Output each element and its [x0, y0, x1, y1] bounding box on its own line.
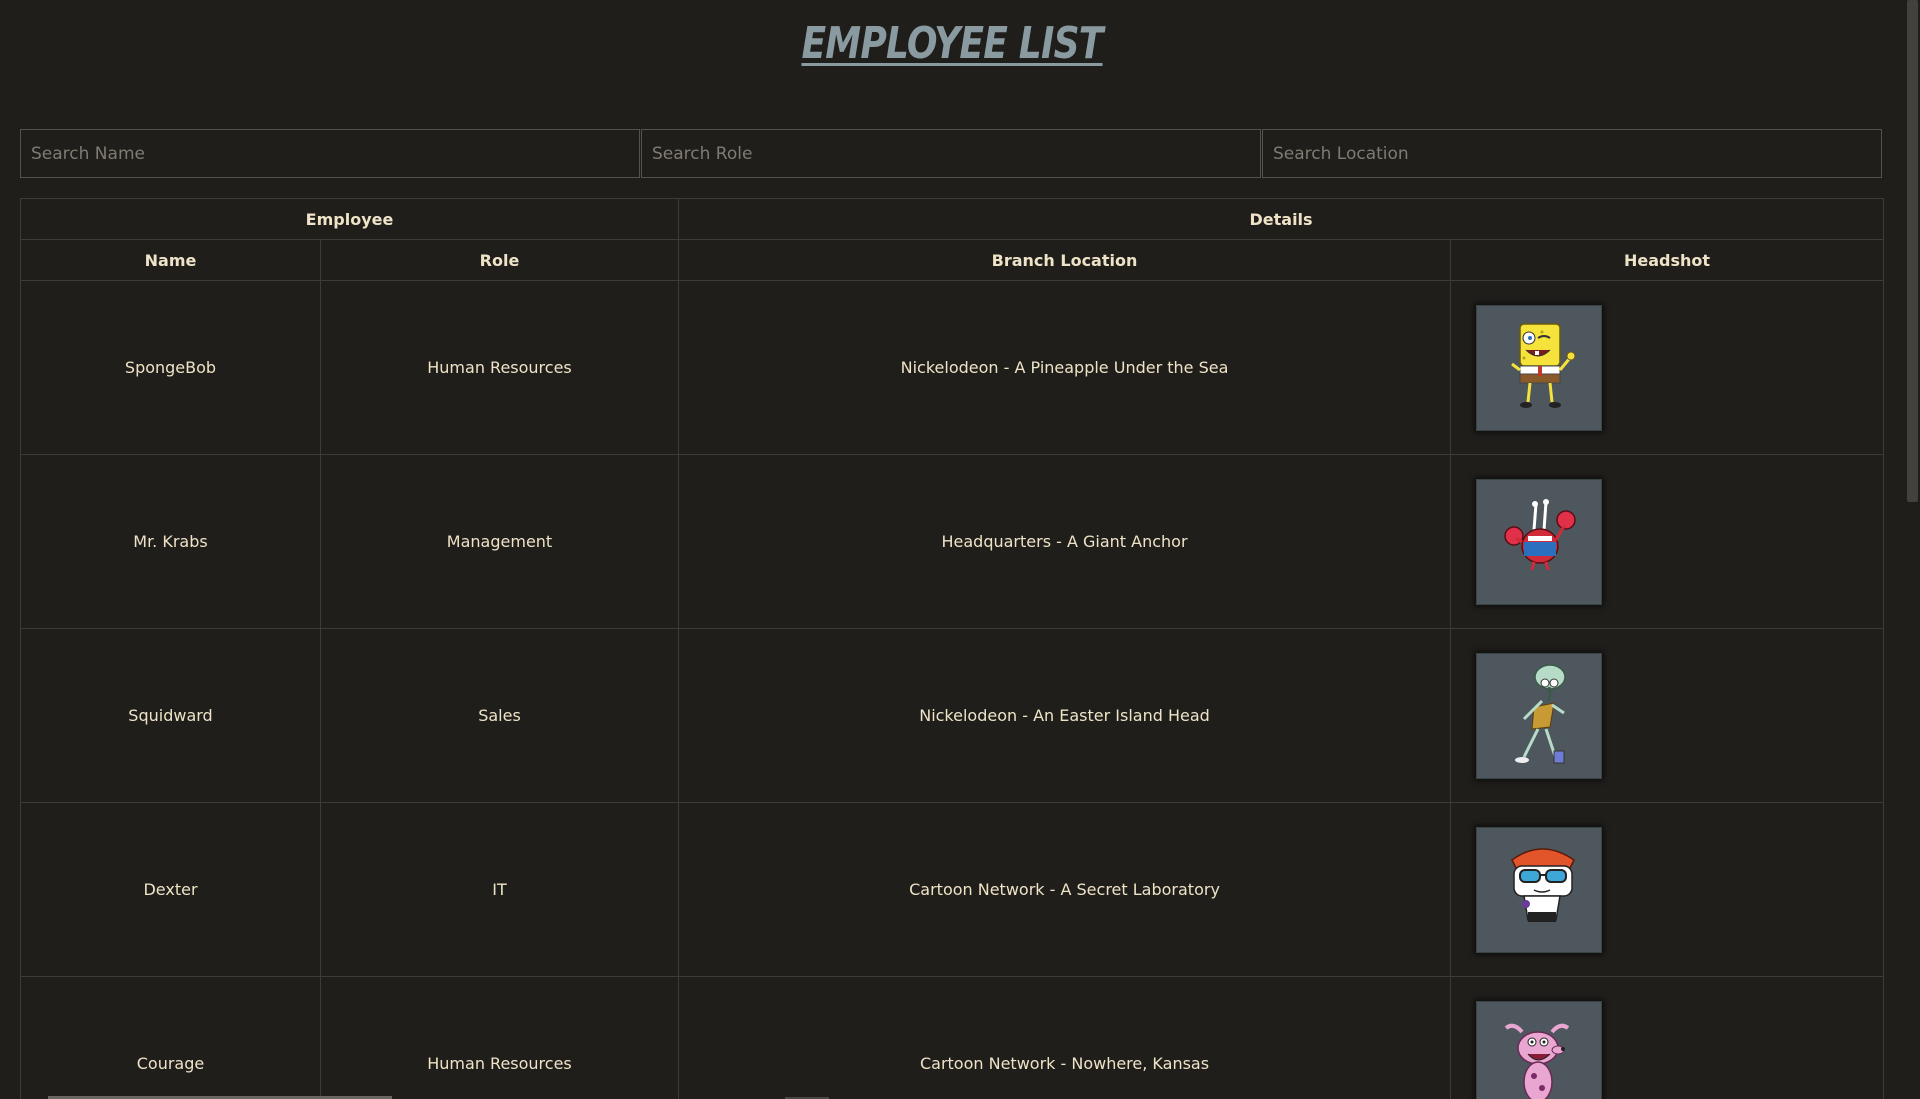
- search-bar: [20, 129, 1882, 178]
- employee-location-cell: Headquarters - A Giant Anchor: [678, 454, 1452, 629]
- vertical-scrollbar[interactable]: [1904, 0, 1920, 1099]
- search-location-input[interactable]: [1262, 129, 1882, 178]
- details-group-header: Details: [678, 198, 1885, 240]
- search-name-input[interactable]: [20, 129, 640, 178]
- employee-name-cell: Mr. Krabs: [20, 454, 321, 629]
- employee-role-cell: IT: [319, 802, 680, 977]
- employee-name-cell: Courage: [20, 976, 321, 1099]
- squidward-headshot: [1476, 652, 1603, 779]
- employee-name-cell: Squidward: [20, 628, 321, 803]
- table-row: Dexter IT Cartoon Network - A Secret Lab…: [20, 802, 1885, 977]
- employee-location-cell: Cartoon Network - A Secret Laboratory: [678, 802, 1452, 977]
- search-role-input[interactable]: [641, 129, 1261, 178]
- vertical-scrollbar-thumb[interactable]: [1907, 0, 1918, 502]
- spongebob-headshot: [1476, 304, 1603, 431]
- dexter-headshot: [1476, 826, 1603, 953]
- column-header-row: Name Role Branch Location Headshot: [20, 239, 1885, 281]
- employee-location-cell: Nickelodeon - A Pineapple Under the Sea: [678, 280, 1452, 455]
- spongebob-icon: [1511, 322, 1576, 408]
- name-column-header[interactable]: Name: [20, 239, 321, 281]
- table-row: Squidward Sales Nickelodeon - An Easter …: [20, 628, 1885, 803]
- employee-table: Employee Details Name Role Branch Locati…: [19, 198, 1885, 1099]
- mr-krabs-headshot: [1476, 478, 1603, 605]
- courage-icon: [1504, 1023, 1570, 1099]
- employee-role-cell: Human Resources: [319, 976, 680, 1099]
- mr-krabs-icon: [1504, 498, 1576, 570]
- employee-role-cell: Management: [319, 454, 680, 629]
- headshot-cell: [1450, 976, 1885, 1099]
- squidward-icon: [1515, 663, 1566, 763]
- employee-name-cell: Dexter: [20, 802, 321, 977]
- headshot-cell: [1450, 280, 1885, 455]
- employee-location-cell: Cartoon Network - Nowhere, Kansas: [678, 976, 1452, 1099]
- employee-group-header: Employee: [19, 198, 680, 240]
- headshot-cell: [1450, 802, 1885, 977]
- page-title: EMPLOYEE LIST: [801, 18, 1103, 69]
- courage-headshot: [1476, 1000, 1603, 1099]
- employee-role-cell: Sales: [319, 628, 680, 803]
- location-column-header[interactable]: Branch Location: [678, 239, 1452, 281]
- employee-location-cell: Nickelodeon - An Easter Island Head: [678, 628, 1452, 803]
- table-row: Courage Human Resources Cartoon Network …: [20, 976, 1885, 1099]
- employee-name-cell: SpongeBob: [20, 280, 321, 455]
- employee-role-cell: Human Resources: [319, 280, 680, 455]
- headshot-column-header: Headshot: [1450, 239, 1885, 281]
- role-column-header[interactable]: Role: [319, 239, 680, 281]
- headshot-cell: [1450, 628, 1885, 803]
- headshot-cell: [1450, 454, 1885, 629]
- employee-list-page: EMPLOYEE LIST Employee Details Name Role…: [0, 0, 1920, 1099]
- table-row: Mr. Krabs Management Headquarters - A Gi…: [20, 454, 1885, 629]
- dexter-icon: [1511, 847, 1575, 922]
- group-header-row: Employee Details: [19, 198, 1885, 240]
- table-row: SpongeBob Human Resources Nickelodeon - …: [20, 280, 1885, 455]
